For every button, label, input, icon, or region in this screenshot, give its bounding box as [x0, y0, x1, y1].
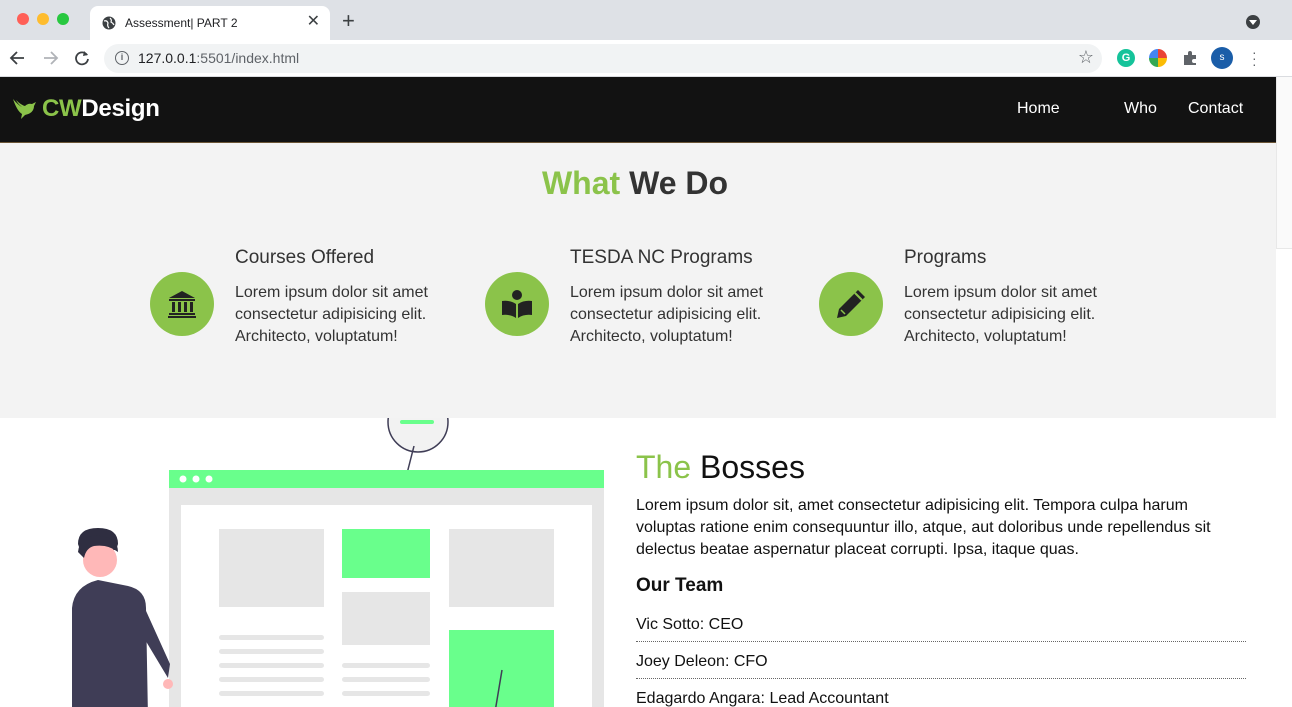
- browser-menu-icon[interactable]: · · ·: [1252, 45, 1257, 71]
- browser-tab[interactable]: Assessment| PART 2 ✕: [90, 6, 330, 40]
- back-icon[interactable]: [8, 48, 28, 68]
- reload-icon[interactable]: [72, 48, 92, 68]
- site-navbar: CWDesign Home Who Contact: [0, 77, 1276, 143]
- bank-icon: [150, 272, 214, 336]
- tab-search-icon[interactable]: [1246, 15, 1260, 29]
- site-logo[interactable]: CWDesign: [42, 95, 160, 123]
- section-title: The Bosses: [636, 449, 805, 485]
- feature-title: TESDA NC Programs: [570, 247, 753, 268]
- site-info-icon[interactable]: i: [115, 51, 129, 65]
- tab-close-icon[interactable]: ✕: [307, 13, 320, 31]
- bird-logo-icon: [13, 99, 36, 119]
- extensions-puzzle-icon[interactable]: [1181, 49, 1199, 67]
- minimize-window-button[interactable]: [37, 13, 49, 25]
- new-tab-button[interactable]: +: [342, 9, 355, 33]
- color-extension-icon[interactable]: [1149, 49, 1167, 67]
- what-we-do-section: What We Do Courses Offered Lorem ipsum d…: [0, 143, 1276, 418]
- browser-tab-bar: Assessment| PART 2 ✕ +: [0, 0, 1292, 40]
- scrollbar-thumb[interactable]: [1276, 77, 1292, 249]
- bosses-section: The Bosses Lorem ipsum dolor sit, amet c…: [636, 449, 1246, 707]
- feature-text: Lorem ipsum dolor sit amet consectetur a…: [235, 284, 428, 345]
- team-illustration: [72, 418, 604, 707]
- feature-card: Courses Offered Lorem ipsum dolor sit am…: [150, 247, 480, 357]
- team-list-item: Joey Deleon: CFO: [636, 642, 1246, 679]
- nav-contact-link[interactable]: Contact: [1188, 100, 1243, 118]
- feature-title: Courses Offered: [235, 247, 375, 268]
- url-text: 127.0.0.1:5501/index.html: [138, 50, 300, 66]
- feature-text: Lorem ipsum dolor sit amet consectetur a…: [904, 284, 1097, 345]
- nav-home-link[interactable]: Home: [1017, 100, 1060, 118]
- tab-title: Assessment| PART 2: [125, 16, 238, 30]
- bookmark-star-icon[interactable]: ☆: [1078, 47, 1094, 68]
- section-title: What We Do: [541, 165, 729, 201]
- team-heading: Our Team: [636, 575, 724, 596]
- feature-card: Programs Lorem ipsum dolor sit amet cons…: [819, 247, 1149, 357]
- profile-avatar[interactable]: s: [1211, 47, 1233, 69]
- feature-text: Lorem ipsum dolor sit amet consectetur a…: [570, 284, 763, 345]
- bosses-description: Lorem ipsum dolor sit, amet consectetur …: [636, 497, 1211, 558]
- feature-card: TESDA NC Programs Lorem ipsum dolor sit …: [485, 247, 815, 357]
- nav-who-link[interactable]: Who: [1124, 100, 1157, 118]
- address-bar[interactable]: i 127.0.0.1:5501/index.html ☆: [104, 44, 1102, 73]
- maximize-window-button[interactable]: [57, 13, 69, 25]
- forward-icon[interactable]: [40, 48, 60, 68]
- team-list-item: Edagardo Angara: Lead Accountant: [636, 679, 1246, 707]
- team-list-item: Vic Sotto: CEO: [636, 605, 1246, 642]
- pencil-icon: [819, 272, 883, 336]
- page-viewport: CWDesign Home Who Contact What We Do Cou…: [0, 77, 1292, 707]
- globe-icon: [102, 16, 116, 30]
- grammarly-extension-icon[interactable]: G: [1117, 49, 1135, 67]
- book-reader-icon: [485, 272, 549, 336]
- close-window-button[interactable]: [17, 13, 29, 25]
- team-list: Vic Sotto: CEO Joey Deleon: CFO Edagardo…: [636, 605, 1246, 707]
- feature-title: Programs: [904, 247, 987, 268]
- browser-toolbar: i 127.0.0.1:5501/index.html ☆ G s · · ·: [0, 40, 1292, 77]
